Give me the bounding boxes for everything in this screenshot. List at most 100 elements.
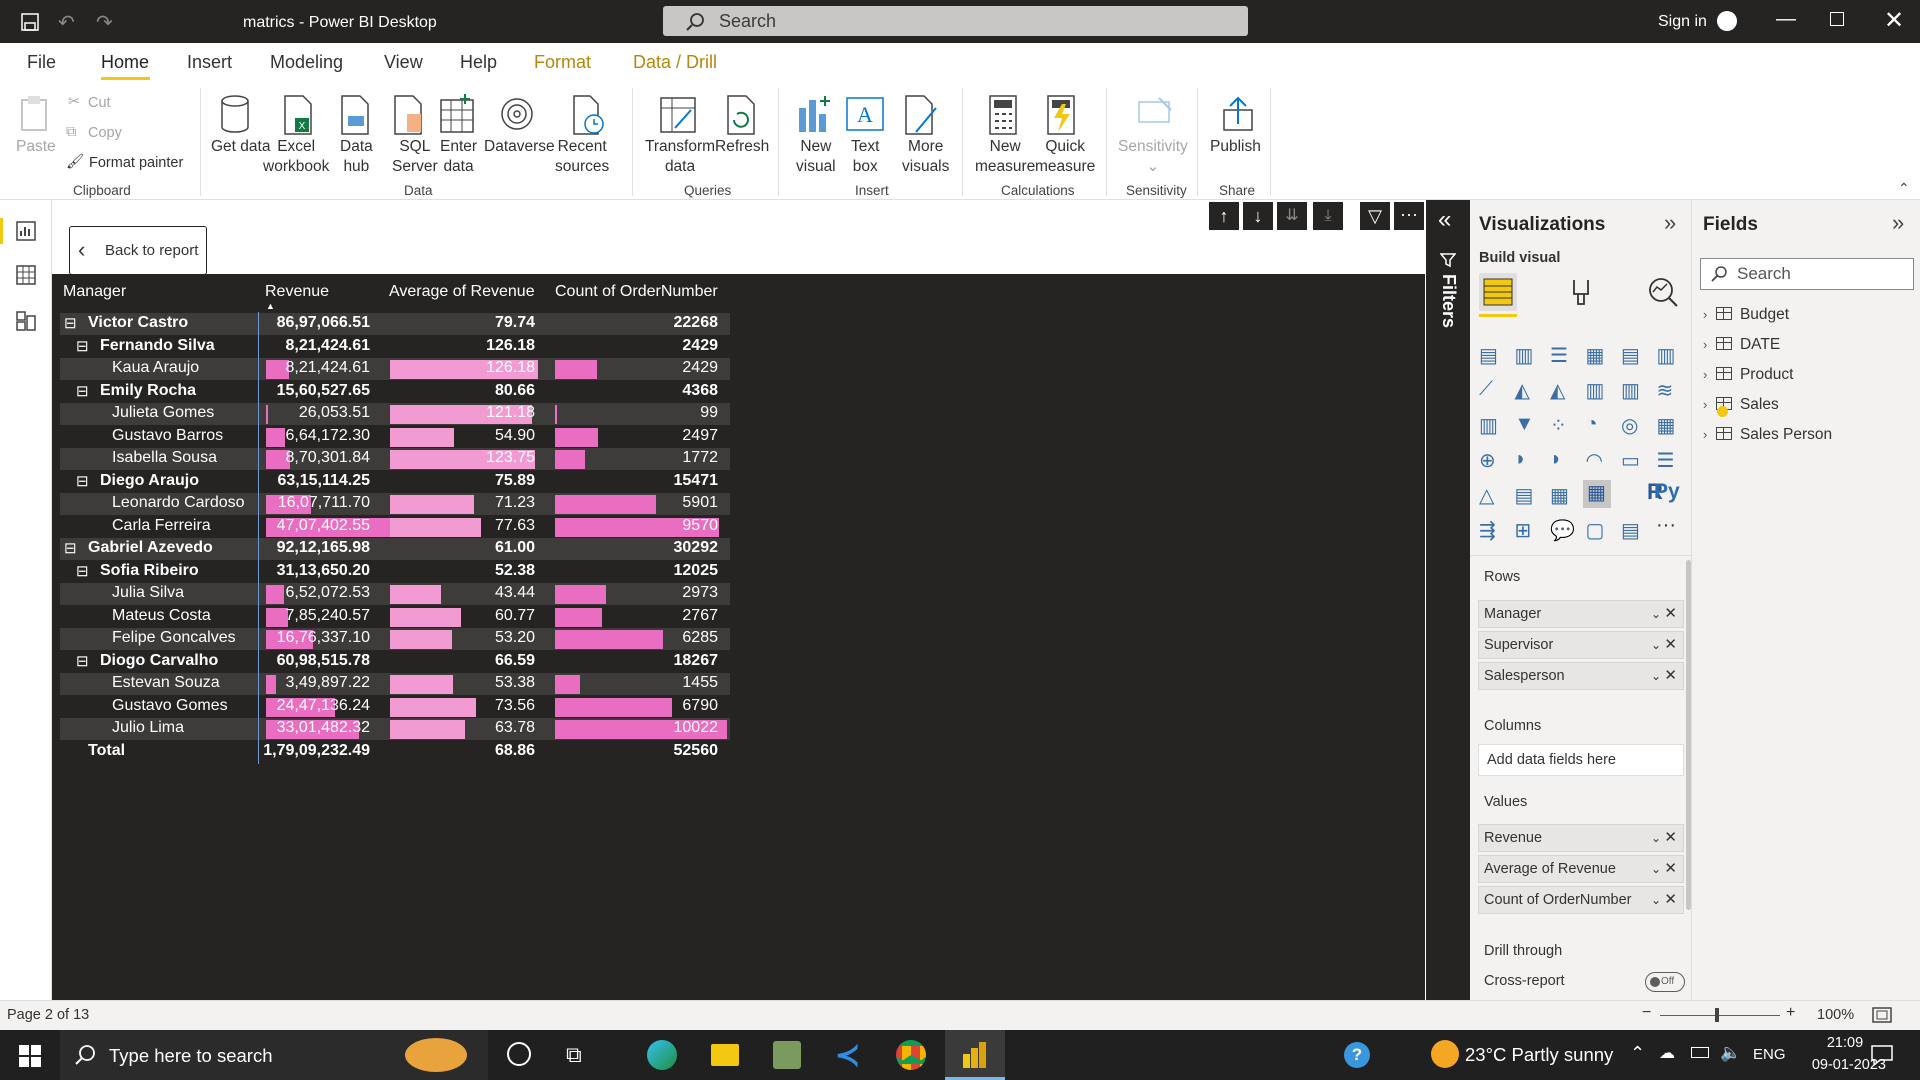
header-average-revenue[interactable]: Average of Revenue xyxy=(389,283,535,301)
pie-icon[interactable]: ◔ xyxy=(1586,413,1610,437)
kpi-icon[interactable]: △ xyxy=(1479,483,1503,507)
line-clustered-icon[interactable]: ▥ xyxy=(1621,378,1645,402)
transform-data-button[interactable]: Transform data xyxy=(645,137,715,177)
get-data-button[interactable]: Get data xyxy=(211,137,270,157)
tab-format[interactable]: Format xyxy=(534,52,591,73)
report-view-icon[interactable] xyxy=(15,220,37,242)
matrix-row[interactable]: Kaua Araujo 8,21,424.61 126.18 2429 xyxy=(60,358,730,380)
model-view-icon[interactable] xyxy=(15,310,37,332)
tab-data-drill[interactable]: Data / Drill xyxy=(633,52,717,73)
treemap-icon[interactable]: ▦ xyxy=(1657,413,1681,437)
remove-field-icon[interactable]: ✕ xyxy=(1664,663,1677,689)
matrix-row[interactable]: Leonardo Cardoso 16,07,711.70 71.23 5901 xyxy=(60,493,730,515)
remove-field-icon[interactable]: ✕ xyxy=(1664,825,1677,851)
matrix-row[interactable]: ⊟ Fernando Silva 8,21,424.61 126.18 2429 xyxy=(60,336,730,358)
tab-insert[interactable]: Insert xyxy=(187,52,232,73)
cross-report-toggle[interactable]: Off xyxy=(1645,972,1685,992)
matrix-row[interactable]: Julieta Gomes 26,053.51 121.18 99 xyxy=(60,403,730,425)
cut-button[interactable]: Cut xyxy=(88,93,111,113)
zoom-out-icon[interactable]: − xyxy=(1642,1004,1651,1022)
next-level-icon[interactable]: ⇊ xyxy=(1277,202,1307,230)
matrix-row[interactable]: Felipe Goncalves 16,76,337.10 53.20 6285 xyxy=(60,628,730,650)
undo-icon[interactable]: ↶ xyxy=(58,10,75,35)
edge-icon[interactable] xyxy=(647,1040,677,1070)
chevron-right-icon[interactable]: › xyxy=(1703,427,1707,442)
matrix-row[interactable]: Gustavo Barros 6,64,172.30 54.90 2497 xyxy=(60,426,730,448)
more-visuals-icon-pane[interactable]: ··· xyxy=(1656,514,1676,537)
chevron-right-icon[interactable]: › xyxy=(1703,367,1707,382)
vscode-icon[interactable]: ≺ xyxy=(835,1038,860,1073)
chevron-up-icon[interactable]: ⌃ xyxy=(1630,1043,1645,1064)
chrome-icon[interactable] xyxy=(896,1040,926,1070)
drill-up-icon[interactable]: ↑ xyxy=(1209,202,1239,230)
zoom-slider[interactable] xyxy=(1660,1015,1780,1016)
tab-modeling[interactable]: Modeling xyxy=(270,52,343,73)
qa-icon[interactable]: 💬 xyxy=(1550,518,1575,542)
network-icon[interactable]: ☁ xyxy=(1659,1043,1675,1063)
file-explorer-icon[interactable] xyxy=(711,1044,739,1066)
copy-button[interactable]: Copy xyxy=(88,123,122,143)
field-well-manager[interactable]: Manager ⌄ ✕ xyxy=(1478,600,1684,628)
collapse-row-icon[interactable]: ⊟ xyxy=(76,337,89,355)
collapse-row-icon[interactable]: ⊟ xyxy=(76,652,89,670)
zoom-in-icon[interactable]: + xyxy=(1786,1004,1795,1022)
stacked-area-icon[interactable]: ◭ xyxy=(1550,378,1574,402)
format-painter-button[interactable]: Format painter xyxy=(89,153,183,173)
excel-workbook-button[interactable]: Excel workbook xyxy=(263,137,329,177)
gauge-icon[interactable]: ◠ xyxy=(1586,448,1610,472)
collapse-row-icon[interactable]: ⊟ xyxy=(76,472,89,490)
text-box-button[interactable]: Text box xyxy=(851,137,879,177)
shape-map-icon[interactable]: ◗ xyxy=(1550,448,1574,472)
narrative-icon[interactable]: ▢ xyxy=(1586,518,1610,542)
field-table-sales-person[interactable]: › Sales Person xyxy=(1703,426,1832,444)
filters-pane-collapsed[interactable]: « Filters xyxy=(1426,200,1470,1000)
matrix-row[interactable]: Julio Lima 33,01,482.32 63.78 10022 xyxy=(60,718,730,740)
remove-field-icon[interactable]: ✕ xyxy=(1664,856,1677,882)
header-manager[interactable]: Manager xyxy=(63,283,126,301)
remove-field-icon[interactable]: ✕ xyxy=(1664,887,1677,913)
app-icon[interactable] xyxy=(773,1041,801,1069)
field-well-salesperson[interactable]: Salesperson ⌄ ✕ xyxy=(1478,662,1684,690)
matrix-row[interactable]: ⊟ Victor Castro 86,97,066.51 79.74 22268 xyxy=(60,313,730,335)
matrix-row[interactable]: Isabella Sousa 8,70,301.84 123.75 1772 xyxy=(60,448,730,470)
total-row[interactable]: Total 1,79,09,232.49 68.86 52560 xyxy=(60,741,730,763)
remove-field-icon[interactable]: ✕ xyxy=(1664,601,1677,627)
chevron-down-icon[interactable]: ⌄ xyxy=(1651,663,1661,689)
area-chart-icon[interactable]: ◭ xyxy=(1515,378,1539,402)
chevron-down-icon[interactable]: ⌄ xyxy=(1651,887,1661,913)
weather-text[interactable]: 23°C Partly sunny xyxy=(1465,1044,1613,1066)
collapse-row-icon[interactable]: ⊟ xyxy=(64,539,77,557)
powerbi-taskbar-button[interactable] xyxy=(945,1030,1005,1080)
field-well-supervisor[interactable]: Supervisor ⌄ ✕ xyxy=(1478,631,1684,659)
help-icon[interactable]: ? xyxy=(1344,1042,1370,1068)
cortana-icon[interactable] xyxy=(507,1042,531,1066)
key-influencers-icon[interactable]: ⇶ xyxy=(1479,518,1503,542)
close-icon[interactable]: ✕ xyxy=(1884,6,1904,35)
dataverse-button[interactable]: Dataverse xyxy=(484,137,555,157)
matrix-row[interactable]: ⊟ Diego Araujo 63,15,114.25 75.89 15471 xyxy=(60,471,730,493)
sql-server-button[interactable]: SQL Server xyxy=(392,137,438,177)
clustered-bar-icon[interactable]: ☰ xyxy=(1550,343,1574,367)
paginated-report-icon[interactable]: ▤ xyxy=(1621,518,1645,542)
search-input[interactable]: Search xyxy=(663,6,1248,36)
tab-help[interactable]: Help xyxy=(460,52,497,73)
matrix-row[interactable]: Estevan Souza 3,49,897.22 53.38 1455 xyxy=(60,673,730,695)
matrix-icon[interactable]: ▦ xyxy=(1582,480,1611,508)
remove-field-icon[interactable]: ✕ xyxy=(1664,632,1677,658)
decomposition-tree-icon[interactable]: ⊞ xyxy=(1515,518,1539,542)
field-table-sales[interactable]: › Sales xyxy=(1703,396,1779,417)
expand-hierarchy-icon[interactable]: ⤓ xyxy=(1313,202,1343,230)
chevrons-left-icon[interactable]: « xyxy=(1438,206,1451,234)
viz-scrollbar[interactable] xyxy=(1686,560,1691,910)
more-options-icon[interactable]: ··· xyxy=(1394,202,1424,230)
matrix-row[interactable]: Gustavo Gomes 24,47,136.24 73.56 6790 xyxy=(60,696,730,718)
donut-icon[interactable]: ◎ xyxy=(1621,413,1645,437)
100-column-icon[interactable]: ▥ xyxy=(1657,343,1681,367)
collapse-ribbon-icon[interactable]: ⌃ xyxy=(1898,180,1910,197)
line-column-icon[interactable]: ▥ xyxy=(1586,378,1610,402)
chevron-right-icon[interactable]: › xyxy=(1703,337,1707,352)
field-table-product[interactable]: › Product xyxy=(1703,366,1793,384)
format-visual-icon[interactable] xyxy=(1566,276,1596,308)
header-count-ordernumber[interactable]: Count of OrderNumber xyxy=(555,283,718,301)
matrix-row[interactable]: Carla Ferreira 47,07,402.55 77.63 9570 xyxy=(60,516,730,538)
